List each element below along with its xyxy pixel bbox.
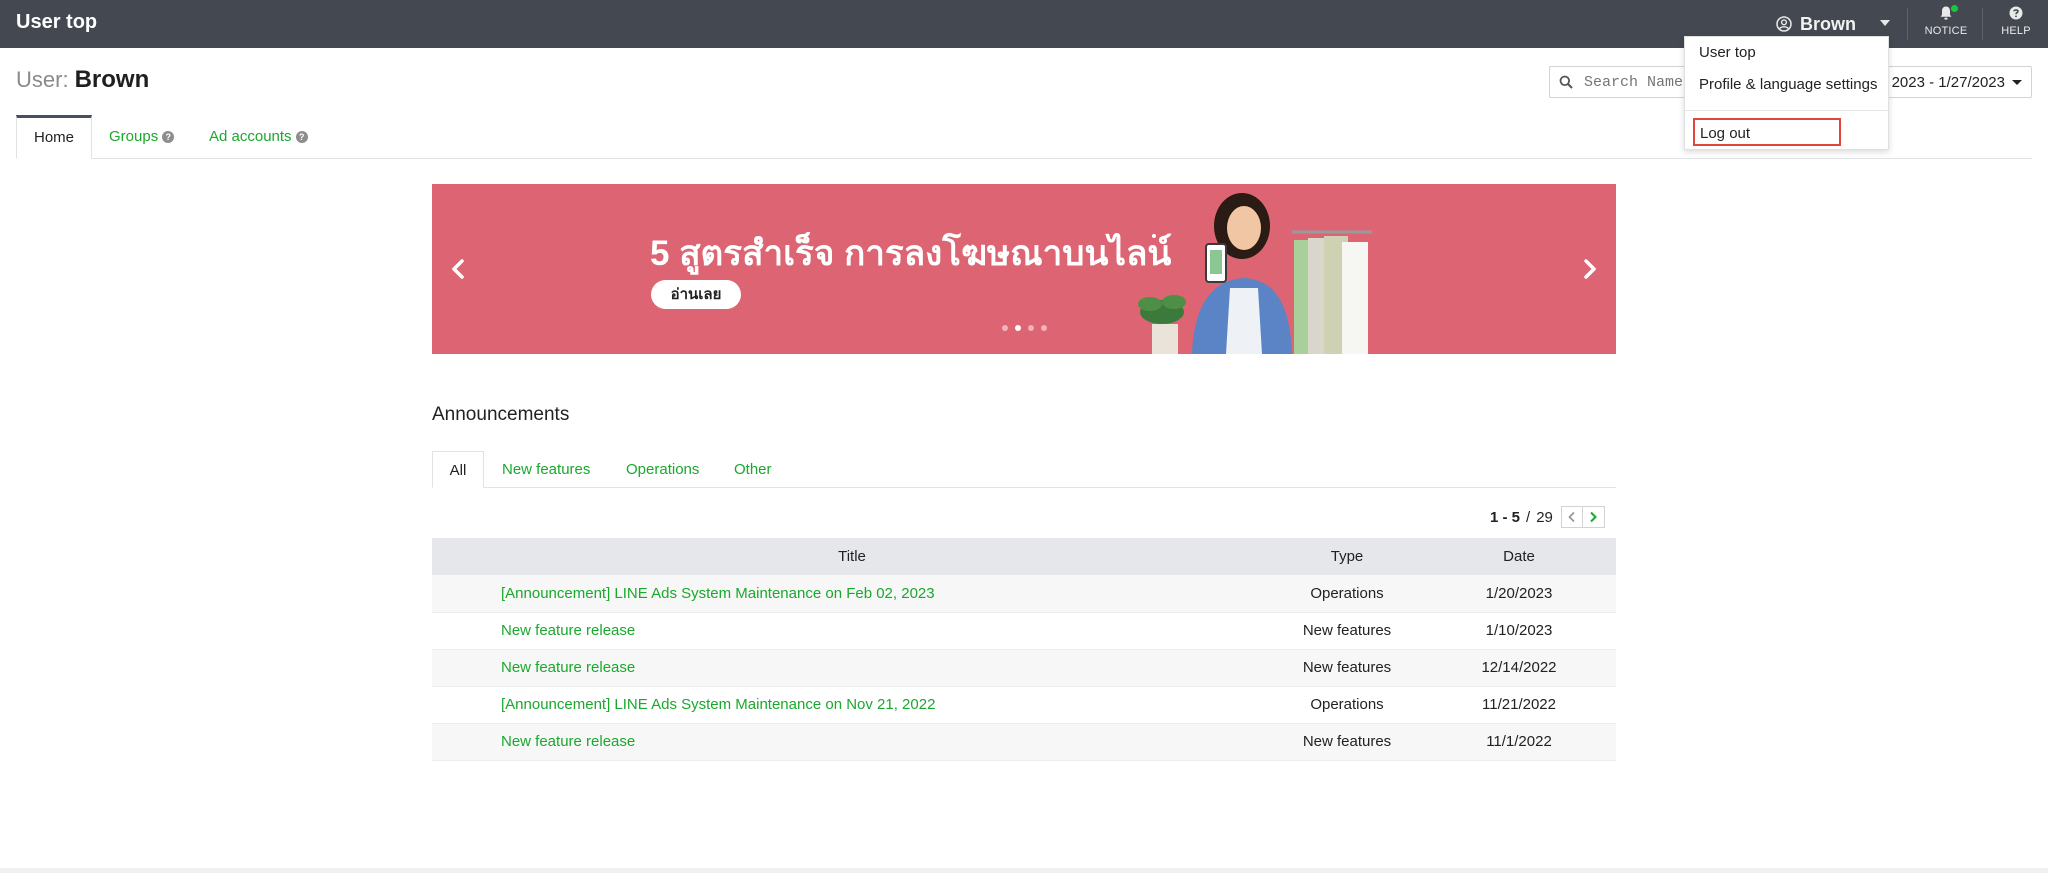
column-header-type: Type xyxy=(1272,538,1422,575)
table-row: [Announcement] LINE Ads System Maintenan… xyxy=(432,575,1616,613)
tab-operations[interactable]: Operations xyxy=(626,451,699,488)
announcement-type: New features xyxy=(1272,612,1422,650)
tab-all[interactable]: All xyxy=(432,451,484,488)
user-dropdown-menu: User top Profile & language settings Log… xyxy=(1684,36,1889,150)
menu-item-log-out[interactable]: Log out xyxy=(1693,118,1841,146)
user-circle-icon xyxy=(1776,16,1792,32)
tab-label: Home xyxy=(33,129,74,146)
announcement-title-link[interactable]: New feature release xyxy=(432,723,1272,761)
help-circle-icon xyxy=(2009,6,2023,20)
notice-button[interactable]: NOTICE xyxy=(1918,5,1974,45)
search-field[interactable] xyxy=(1549,66,1695,98)
previous-page-button[interactable] xyxy=(1560,506,1583,528)
notice-badge-dot xyxy=(1951,5,1958,12)
date-range-value: 2023 - 1/27/2023 xyxy=(1891,74,2005,91)
help-icon[interactable]: ? xyxy=(295,131,308,143)
table-row: New feature release New features 12/14/2… xyxy=(432,649,1616,687)
announcement-type: Operations xyxy=(1272,575,1422,613)
carousel-dot[interactable] xyxy=(1015,325,1021,331)
table-row: [Announcement] LINE Ads System Maintenan… xyxy=(432,686,1616,724)
next-page-button[interactable] xyxy=(1582,506,1605,528)
pagination: 1 - 5 / 29 xyxy=(1490,506,1605,528)
help-icon[interactable]: ? xyxy=(162,131,175,143)
notice-label: NOTICE xyxy=(1924,25,1968,37)
pagination-total: 29 xyxy=(1536,508,1553,526)
announcement-date: 11/1/2022 xyxy=(1422,723,1616,761)
announcement-type: New features xyxy=(1272,723,1422,761)
announcement-title-link[interactable]: [Announcement] LINE Ads System Maintenan… xyxy=(432,575,1272,613)
tab-ad-accounts[interactable]: Ad accounts? xyxy=(209,115,308,159)
table-header-row: Title Type Date xyxy=(432,538,1616,575)
tab-label: New features xyxy=(502,461,591,478)
announcement-title-link[interactable]: New feature release xyxy=(432,649,1272,687)
column-header-title: Title xyxy=(432,538,1272,575)
announcement-date: 1/10/2023 xyxy=(1422,612,1616,650)
announcement-date: 11/21/2022 xyxy=(1422,686,1616,724)
announcement-date: 12/14/2022 xyxy=(1422,649,1616,687)
page-title: User: Brown xyxy=(16,66,149,94)
divider xyxy=(1982,8,1983,40)
user-prefix: User: xyxy=(16,67,69,92)
caret-down-icon[interactable] xyxy=(1880,20,1890,26)
help-button[interactable]: HELP xyxy=(1988,5,2044,45)
table-row: New feature release New features 11/1/20… xyxy=(432,723,1616,761)
user-menu-name: Brown xyxy=(1800,13,1856,34)
tab-groups[interactable]: Groups? xyxy=(109,115,175,159)
tab-label: Other xyxy=(734,461,772,478)
announcement-filter-tabs: All New features Operations Other xyxy=(432,451,1616,488)
footer-divider xyxy=(0,868,2048,873)
chevron-right-icon xyxy=(1590,511,1598,523)
carousel-dots xyxy=(1002,325,1054,331)
menu-item-user-top[interactable]: User top xyxy=(1699,44,1756,61)
user-menu-toggle[interactable]: Brown xyxy=(1776,11,1856,37)
user-name: Brown xyxy=(74,66,150,93)
menu-divider xyxy=(1685,110,1888,111)
help-label: HELP xyxy=(2001,25,2031,37)
announcement-type: New features xyxy=(1272,649,1422,687)
tab-other[interactable]: Other xyxy=(734,451,772,488)
column-header-date: Date xyxy=(1422,538,1616,575)
announcement-title-link[interactable]: New feature release xyxy=(432,612,1272,650)
tab-new-features[interactable]: New features xyxy=(502,451,590,488)
tab-home[interactable]: Home xyxy=(16,115,92,159)
caret-down-icon xyxy=(2012,80,2022,85)
search-input[interactable] xyxy=(1582,72,1692,92)
banner-illustration xyxy=(1138,193,1372,354)
menu-item-profile-settings[interactable]: Profile & language settings xyxy=(1699,76,1877,93)
promo-banner-carousel[interactable]: 5 สูตรสำเร็จ การลงโฆษณาบนไลน์ อ่านเลย xyxy=(432,184,1616,354)
chevron-left-icon xyxy=(1568,511,1575,523)
chevron-right-icon[interactable] xyxy=(1576,254,1604,284)
carousel-dot[interactable] xyxy=(1028,325,1034,331)
search-icon xyxy=(1559,75,1573,89)
announcements-table: Title Type Date [Announcement] LINE Ads … xyxy=(432,538,1616,761)
pagination-separator: / xyxy=(1526,508,1531,526)
carousel-dot[interactable] xyxy=(1041,325,1047,331)
announcement-date: 1/20/2023 xyxy=(1422,575,1616,613)
announcement-type: Operations xyxy=(1272,686,1422,724)
pagination-range: 1 - 5 xyxy=(1490,508,1521,526)
banner-heading: 5 สูตรสำเร็จ การลงโฆษณาบนไลน์ xyxy=(650,234,1172,273)
divider xyxy=(1907,8,1908,40)
announcement-title-link[interactable]: [Announcement] LINE Ads System Maintenan… xyxy=(432,686,1272,724)
tab-label: Operations xyxy=(626,461,700,478)
app-title: User top xyxy=(16,11,98,33)
announcements-heading: Announcements xyxy=(432,404,570,425)
tab-label: All xyxy=(449,462,467,479)
table-row: New feature release New features 1/10/20… xyxy=(432,612,1616,650)
tab-label: Ad accounts xyxy=(209,128,292,145)
carousel-dot[interactable] xyxy=(1002,325,1008,331)
tab-label: Groups xyxy=(109,128,159,145)
chevron-left-icon[interactable] xyxy=(444,254,472,284)
banner-read-now-button[interactable]: อ่านเลย xyxy=(651,280,741,309)
